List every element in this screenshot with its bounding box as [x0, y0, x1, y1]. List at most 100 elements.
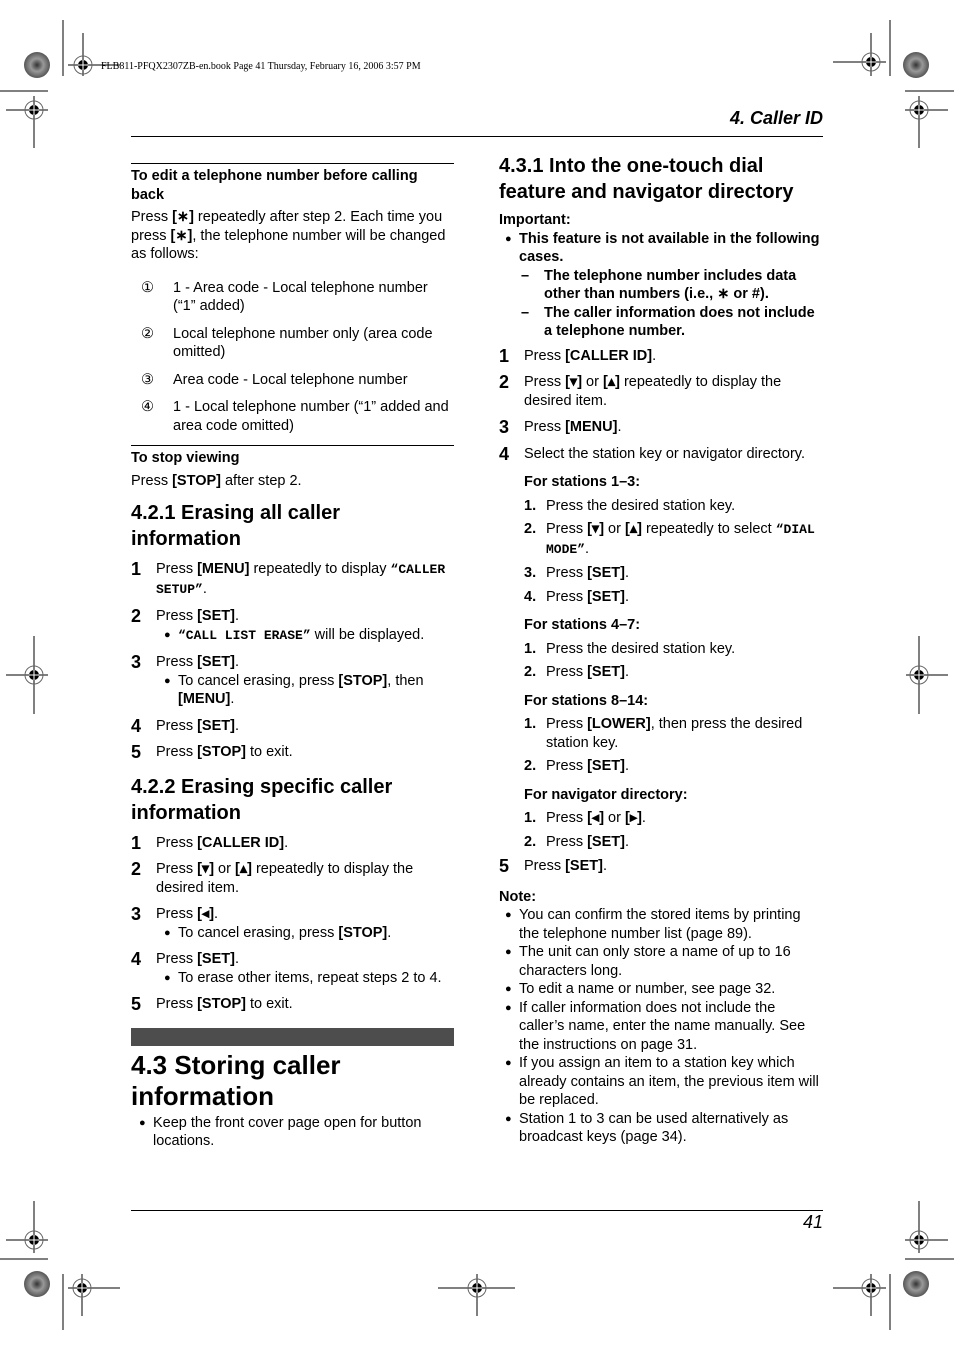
text: Press [524, 858, 566, 874]
bullet-dot: ● [505, 983, 512, 995]
stop-key: [STOP] [172, 472, 221, 489]
edit-number-paragraph: Press [∗] repeatedly after step 2. Each … [131, 208, 454, 264]
edit-number-list: ① 1 - Area code - Local telephone number … [131, 279, 454, 436]
bullet-dot: ● [505, 946, 512, 958]
step-text: Press [SET]. [156, 717, 454, 736]
bullet: ● To erase other items, repeat steps 2 to… [156, 969, 454, 988]
color-dial-top-right [903, 52, 929, 78]
step-text: Press [STOP] to exit. [156, 995, 454, 1014]
bullet-dot: ● [164, 628, 171, 641]
text: Press [546, 833, 588, 850]
menu-key: [MENU] [178, 691, 231, 707]
dash: – [521, 267, 530, 284]
sub-step-text: Press [◂] or [▸]. [546, 809, 824, 828]
section-4-2-2-steps: 1 Press [CALLER ID]. 2 Press [▾] or [▴] re… [131, 834, 454, 1014]
step: 1 Press [CALLER ID]. [499, 347, 824, 366]
set-key: [SET] [197, 717, 235, 734]
sub-step-text: Press the desired station key. [546, 640, 736, 657]
bullet-dot: ● [139, 1116, 146, 1129]
step-text: Press [STOP] to exit. [156, 743, 454, 762]
step-text: Press [MENU]. [524, 418, 824, 437]
text: Press [156, 906, 198, 922]
bullet-dot: ● [505, 1112, 512, 1125]
text: or [604, 810, 625, 826]
step-text: Press [MENU] repeatedly to display “CALL… [156, 560, 454, 599]
text: Press [156, 654, 198, 670]
text: . [617, 419, 622, 435]
section-4-2-2-title: 4.2.2 Erasing specific caller informatio… [131, 775, 393, 824]
step-text: Press [SET]. ● To cancel erasing, press [… [156, 653, 454, 709]
group-heading: For stations 1–3: [524, 474, 641, 490]
set-key: [SET] [197, 951, 235, 967]
text: Press [524, 374, 566, 390]
group-heading: For stations 4–7: [524, 617, 641, 633]
text: . [230, 691, 235, 707]
step-number: 5 [131, 742, 142, 762]
list-item-text: 1 - Local telephone number (“1” added an… [173, 399, 449, 434]
note-text: You can confirm the stored items by prin… [519, 907, 801, 942]
note-item: ● Station 1 to 3 can be used alternativel… [499, 1110, 824, 1147]
bullet-text: This feature is not available in the fol… [519, 230, 820, 266]
text: . [202, 580, 207, 597]
bullet-dot: ● [164, 926, 171, 939]
set-key: [SET] [197, 654, 235, 670]
lower-key: [LOWER] [587, 716, 651, 732]
text: Press [156, 561, 198, 577]
up-arrow-key-icon: [▴] [234, 861, 252, 877]
important-bullet: ● This feature is not available in the fo… [499, 230, 824, 267]
up-arrow-key-icon: [▴] [624, 521, 642, 537]
note-text: The unit can only store a name of up to … [519, 944, 791, 979]
step: 1 Press [CALLER ID]. [131, 834, 454, 853]
right-arrow-key-icon: [▸] [624, 810, 642, 826]
list-item: ④ 1 - Local telephone number (“1” added a… [131, 398, 454, 435]
down-arrow-key-icon: [▾] [587, 521, 605, 537]
note-item: ● If you assign an item to a station key … [499, 1054, 824, 1110]
list-item: ③ Area code - Local telephone number [131, 371, 454, 390]
down-arrow-key-icon: [▾] [197, 861, 215, 877]
left-column: To edit a telephone number before callin… [131, 163, 454, 1151]
bullet: ● “CALL LIST ERASE” will be displayed. [156, 626, 454, 646]
dash-item: – The telephone number includes data othe… [499, 267, 824, 304]
list-item-text: 1 - Area code - Local telephone number (… [173, 279, 428, 315]
sub-step: 2. Press [▾] or [▴] repeatedly to select … [524, 520, 824, 559]
bullet-text: Keep the front cover page open for butto… [153, 1114, 422, 1150]
right-column: 4.3.1 Into the one-touch dial feature an… [499, 153, 824, 1147]
star-key: [∗] [170, 227, 193, 244]
bullet: ● Keep the front cover page open for butt… [131, 1114, 454, 1151]
footer-rule [131, 1210, 823, 1211]
text: Press [131, 472, 173, 489]
step: 3 Press [MENU]. [499, 418, 824, 437]
step: 5 Press [STOP] to exit. [131, 743, 454, 762]
step-number: 3 [131, 652, 142, 672]
note-item: ● If caller information does not include … [499, 999, 824, 1055]
step-number: 3 [131, 904, 142, 924]
text: . [602, 858, 607, 874]
left-arrow-key-icon: [◂] [587, 810, 605, 826]
set-key: [SET] [587, 833, 625, 850]
text: . [624, 588, 629, 605]
set-key: [SET] [587, 664, 625, 680]
sub-step-number: 1. [524, 497, 537, 514]
step-number: 1 [131, 559, 142, 579]
text: To cancel erasing, press [178, 924, 339, 941]
text: Press [546, 588, 588, 605]
display-text: “CALL LIST ERASE” [178, 627, 311, 643]
sub-step-number: 4. [524, 588, 537, 605]
step: 2 Press [▾] or [▴] repeatedly to display … [499, 373, 824, 410]
left-arrow-key-icon: [◂] [197, 906, 215, 922]
note-text: To edit a name or number, see page 32. [519, 981, 776, 997]
step: 4 Select the station key or navigator dir… [499, 445, 824, 464]
step-number: 1 [499, 345, 510, 366]
text: . [624, 565, 629, 581]
header-rule [131, 136, 823, 137]
step: 3 Press [◂]. ● To cancel erasing, press [S… [131, 905, 454, 942]
list-item: ① 1 - Area code - Local telephone number … [131, 279, 454, 316]
edit-number-heading: To edit a telephone number before callin… [131, 163, 454, 204]
note-text: If caller information does not include t… [519, 999, 806, 1053]
bullet: ● To cancel erasing, press [STOP], then [… [156, 672, 454, 709]
stop-key: [STOP] [197, 996, 246, 1012]
list-item: ② Local telephone number only (area code … [131, 325, 454, 362]
text: Press [156, 717, 198, 734]
step: 4 Press [SET]. ● To erase other items, rep… [131, 950, 454, 987]
step-text: Select the station key or navigator dire… [524, 445, 806, 462]
